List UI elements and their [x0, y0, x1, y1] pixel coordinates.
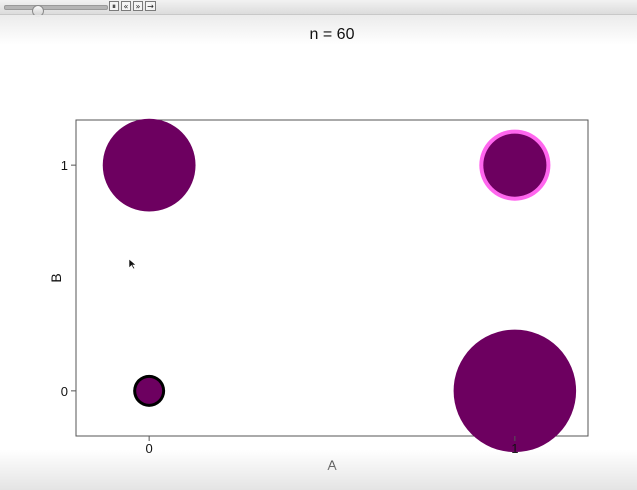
data-point-2 — [136, 377, 163, 404]
chart-title: n = 60 — [310, 26, 355, 43]
data-point-3 — [453, 329, 577, 453]
y-tick-label: 0 — [61, 384, 68, 399]
mouse-cursor-icon — [128, 258, 137, 270]
bottom-shadow — [0, 450, 637, 490]
y-axis-label: B — [48, 273, 64, 282]
data-point-0 — [102, 118, 196, 212]
data-point-1 — [483, 133, 547, 197]
y-tick-label: 1 — [61, 158, 68, 173]
scatter-chart: n = 60 0101 A B — [48, 26, 589, 473]
